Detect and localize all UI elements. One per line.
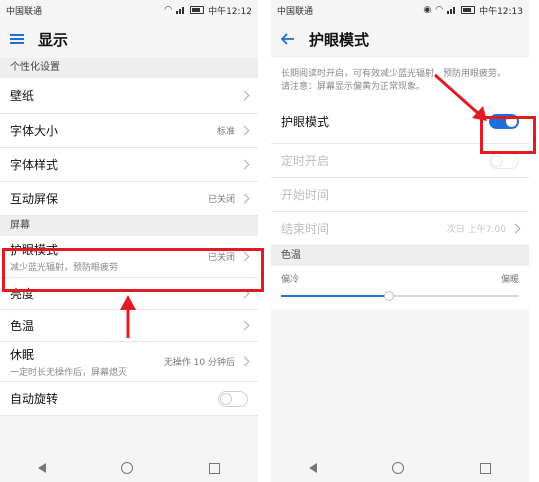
chevron-right-icon [239,320,250,331]
end-time-row[interactable]: 结束时间 次日 上午7:00 [271,212,529,246]
interactive-screensaver-row[interactable]: 互动屏保 已关闭 [0,182,258,216]
chevron-right-icon [239,125,250,136]
nav-recents-icon[interactable] [480,462,492,474]
nav-home-icon[interactable] [392,462,405,474]
eye-comfort-info: 长期阅读时开启，可有效减少蓝光辐射，预防用眼疲劳。 请注意：屏幕显示偏黄为正常现… [271,58,529,100]
navigation-bar [0,454,258,482]
schedule-label: 定时开启 [281,154,330,168]
chevron-right-icon [239,356,250,367]
clock: 中午12:13 [479,6,523,17]
chevron-right-icon [239,159,250,170]
nav-back-icon[interactable] [37,463,46,473]
color-temperature-row[interactable]: 色温 [0,310,258,342]
highlight-box-eye-comfort-row [2,248,264,292]
carrier-label: 中国联通 [277,6,314,17]
nav-back-icon[interactable] [308,463,317,473]
display-settings-screen: 中国联通 ◠ 中午12:12 显示 个性化设置 壁纸 字体大小 标准 字体样式 … [0,0,258,482]
page-title: 护眼模式 [309,30,370,49]
wallpaper-label: 壁纸 [10,89,35,103]
info-text: 长期阅读时开启，可有效减少蓝光辐射，预防用眼疲劳。 [281,69,507,79]
wallpaper-row[interactable]: 壁纸 [0,78,258,114]
eye-comfort-label: 护眼模式 [281,115,330,129]
battery-icon [190,6,205,14]
font-style-row[interactable]: 字体样式 [0,148,258,182]
carrier-label: 中国联通 [6,6,43,17]
font-size-value: 标准 [216,127,235,137]
clock: 中午12:12 [208,6,252,17]
nav-recents-icon[interactable] [209,462,221,474]
section-screen: 屏幕 [0,216,258,236]
font-style-label: 字体样式 [10,158,59,172]
start-time-label: 开始时间 [281,188,330,202]
status-bar: 中国联通 ◠ 中午12:12 [0,0,258,20]
app-bar: 护眼模式 [271,20,529,58]
font-size-label: 字体大小 [10,124,59,138]
interactive-screensaver-label: 互动屏保 [10,192,59,206]
section-color-temperature: 色温 [271,246,529,266]
color-temperature-slider[interactable] [281,291,519,301]
interactive-screensaver-value: 已关闭 [207,195,235,205]
back-arrow-icon[interactable] [280,30,295,49]
section-personalization: 个性化设置 [0,58,258,78]
wifi-icon: ◠ [435,5,444,15]
sleep-value: 无操作 10 分钟后 [163,358,235,368]
chevron-right-icon [239,193,250,204]
wifi-icon: ◠ [164,5,173,15]
font-size-row[interactable]: 字体大小 标准 [0,114,258,148]
eye-comfort-screen: 中国联通 ◉ ◠ 中午12:13 护眼模式 长期阅读时开启，可有效减少蓝光辐射，… [271,0,529,482]
end-time-value: 次日 上午7:00 [446,225,506,235]
status-icons: ◠ 中午12:12 [164,4,252,17]
chevron-right-icon [239,90,250,101]
auto-rotate-label: 自动旋转 [10,392,59,406]
app-bar: 显示 [0,20,258,58]
battery-icon [461,6,476,14]
highlight-box-eye-comfort-toggle [480,116,536,154]
end-time-label: 结束时间 [281,222,330,236]
navigation-bar [271,454,529,482]
signal-icon [176,6,186,14]
sleep-row[interactable]: 休眠 一定时长无操作后，屏幕熄灭 无操作 10 分钟后 [0,342,258,382]
info-note: 请注意：屏幕显示偏黄为正常现象。 [281,82,426,92]
menu-icon[interactable] [10,30,24,49]
sleep-subtitle: 一定时长无操作后，屏幕熄灭 [10,367,128,378]
schedule-toggle[interactable] [489,152,519,169]
eye-status-icon: ◉ [423,5,432,15]
slider-min-label: 偏冷 [281,275,300,285]
signal-icon [447,6,457,14]
color-temperature-slider-area: 偏冷 偏暖 [271,266,529,309]
slider-max-label: 偏暖 [500,275,519,285]
status-bar: 中国联通 ◉ ◠ 中午12:13 [271,0,529,20]
auto-rotate-row: 自动旋转 [0,382,258,416]
slider-thumb[interactable] [384,291,395,301]
color-temperature-label: 色温 [10,319,35,333]
status-icons: ◉ ◠ 中午12:13 [423,4,523,17]
auto-rotate-toggle[interactable] [218,390,248,407]
page-title: 显示 [38,30,69,49]
nav-home-icon[interactable] [121,462,134,474]
slider-fill [281,295,389,297]
sleep-label: 休眠 [10,347,35,362]
start-time-row[interactable]: 开始时间 [271,178,529,212]
chevron-right-icon [510,223,521,234]
